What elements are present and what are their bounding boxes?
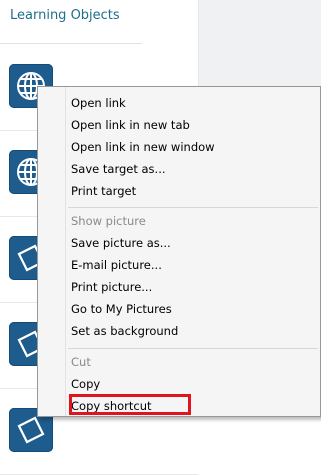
- context-menu: Open link Open link in new tab Open link…: [37, 86, 321, 417]
- panel-title: Learning Objects: [10, 8, 120, 23]
- menu-item-print-picture[interactable]: Print picture...: [71, 277, 152, 297]
- menu-item-print-target[interactable]: Print target: [71, 181, 136, 201]
- menu-item-cut: Cut: [71, 355, 91, 369]
- page: Learning Objects Open link Open link in …: [0, 0, 321, 475]
- menu-item-save-picture-as[interactable]: Save picture as...: [71, 233, 171, 253]
- menu-item-open-link-new-window[interactable]: Open link in new window: [71, 137, 215, 157]
- copy-shortcut-highlight: [69, 394, 191, 415]
- menu-item-open-link-new-tab[interactable]: Open link in new tab: [71, 115, 190, 135]
- menu-item-go-to-my-pictures[interactable]: Go to My Pictures: [71, 299, 172, 319]
- menu-item-open-link[interactable]: Open link: [71, 93, 126, 113]
- menu-gutter: [65, 87, 66, 416]
- menu-item-set-as-background[interactable]: Set as background: [71, 321, 178, 341]
- menu-item-email-picture[interactable]: E-mail picture...: [71, 255, 162, 275]
- menu-item-save-target-as[interactable]: Save target as...: [71, 159, 166, 179]
- menu-separator: [68, 348, 318, 349]
- menu-separator: [68, 207, 318, 208]
- menu-item-show-picture: Show picture: [71, 214, 146, 228]
- menu-item-copy[interactable]: Copy: [71, 374, 100, 394]
